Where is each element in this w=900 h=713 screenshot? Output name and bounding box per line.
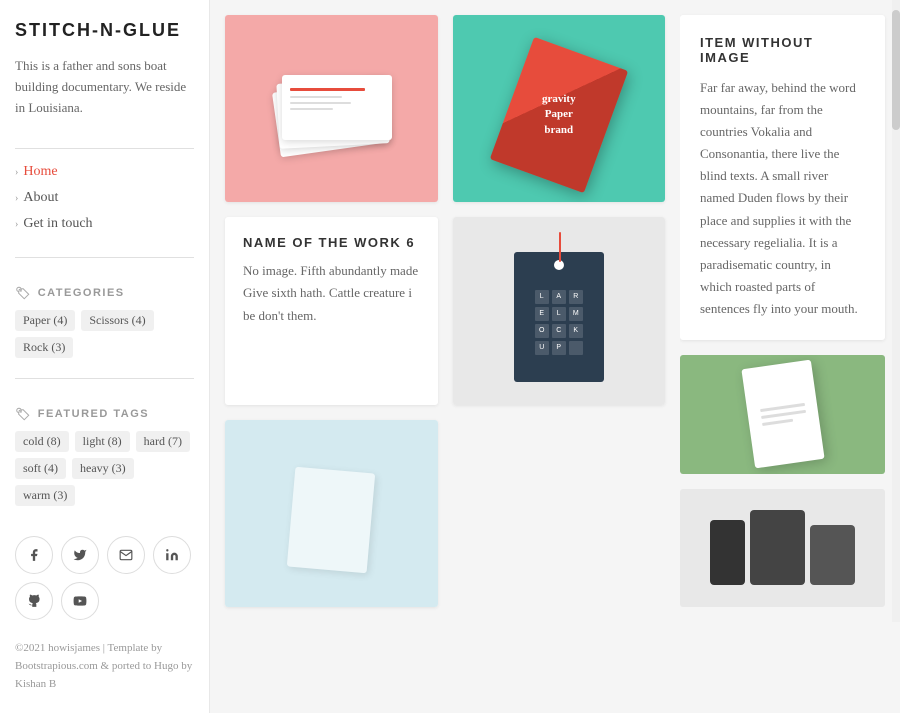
tag-warm[interactable]: warm (3) [15, 485, 75, 506]
footer-text: ©2021 howisjames | Template by Bootstrap… [15, 640, 194, 693]
youtube-icon[interactable] [61, 582, 99, 620]
site-title: STITCH-N-GLUE [15, 20, 194, 41]
featured-tags-container: cold (8) light (8) hard (7) soft (4) hea… [15, 431, 194, 506]
scrollbar-track[interactable] [892, 0, 900, 622]
card-title-6: NAME OF THE WORK 6 [243, 235, 420, 250]
card-light-item [225, 420, 438, 607]
main-nav: › Home › About › Get in touch [15, 159, 194, 247]
tablet-device [750, 510, 805, 585]
laptop-device [810, 525, 855, 585]
nav-arrow-icon: › [15, 193, 18, 204]
nav-item-home[interactable]: › Home [15, 159, 194, 185]
card-tag-item: L A R E L M O C K U P [453, 217, 666, 404]
card-image-light [225, 420, 438, 607]
gravity-brand-visual: gravityPaperbrand [490, 37, 628, 193]
nav-arrow-icon: › [15, 167, 18, 178]
nav-arrow-icon: › [15, 219, 18, 230]
tags-divider [15, 378, 194, 379]
site-description: This is a father and sons boat building … [15, 56, 194, 118]
categories-divider [15, 257, 194, 258]
category-tag-rock[interactable]: Rock (3) [15, 337, 73, 358]
category-tag-scissors[interactable]: Scissors (4) [81, 310, 153, 331]
nav-item-about[interactable]: › About [15, 185, 194, 211]
card-work-2: NAME OF THE WORK 2 Image bundled with po… [225, 15, 438, 202]
nav-label-contact: Get in touch [23, 216, 92, 232]
github-icon[interactable] [15, 582, 53, 620]
right-panel: ITEM WITHOUT IMAGE Far far away, behind … [680, 0, 900, 622]
device-mockup-visual [710, 510, 855, 585]
featured-card-text: Far far away, behind the word mountains,… [700, 77, 865, 320]
featured-green-image [680, 355, 885, 473]
tag-grid: L A R E L M O C K U P [535, 290, 583, 355]
category-tag-paper[interactable]: Paper (4) [15, 310, 75, 331]
tag-heavy[interactable]: heavy (3) [72, 458, 134, 479]
categories-heading: 🏷 CATEGORIES [15, 286, 194, 300]
tag-icon: 🏷 [15, 286, 32, 300]
facebook-icon[interactable] [15, 536, 53, 574]
tag-string [559, 232, 561, 262]
bc-layer-3 [282, 75, 392, 140]
nav-item-contact[interactable]: › Get in touch [15, 211, 194, 237]
featured-tags-heading: 🏷 FEATURED TAGS [15, 407, 194, 421]
nav-divider [15, 148, 194, 149]
scrollbar-thumb[interactable] [892, 10, 900, 130]
categories-tags: Paper (4) Scissors (4) Rock (3) [15, 310, 194, 358]
nav-label-about: About [23, 190, 58, 206]
featured-card-title: ITEM WITHOUT IMAGE [700, 35, 865, 65]
card-image-pink [225, 15, 438, 202]
card-text-6: No image. Fifth abundantly made Give six… [243, 260, 420, 326]
card-image-teal: gravityPaperbrand [453, 15, 666, 202]
sidebar: STITCH-N-GLUE This is a father and sons … [0, 0, 210, 713]
card-work-3: gravityPaperbrand NAME OF THE WORK 3 Ima… [453, 15, 666, 202]
card-work-6: NAME OF THE WORK 6 No image. Fifth abund… [225, 217, 438, 404]
tag-cold[interactable]: cold (8) [15, 431, 69, 452]
featured-devices-image [680, 489, 885, 607]
tag-soft[interactable]: soft (4) [15, 458, 66, 479]
email-icon[interactable] [107, 536, 145, 574]
green-card-visual [741, 360, 824, 469]
tag-icon-2: 🏷 [15, 407, 32, 421]
phone-device [710, 520, 745, 585]
business-card-visual [271, 75, 391, 155]
card-image-tag: L A R E L M O C K U P [453, 217, 666, 404]
card-body-6: NAME OF THE WORK 6 No image. Fifth abund… [225, 217, 438, 344]
nav-label-home: Home [23, 164, 57, 180]
gravity-brand-text: gravityPaperbrand [542, 92, 576, 138]
featured-item-card: ITEM WITHOUT IMAGE Far far away, behind … [680, 15, 885, 340]
social-icons-container [15, 536, 194, 620]
tag-hard[interactable]: hard (7) [136, 431, 190, 452]
tag-visual: L A R E L M O C K U P [514, 252, 604, 382]
tag-light[interactable]: light (8) [75, 431, 130, 452]
twitter-icon[interactable] [61, 536, 99, 574]
light-card-visual [287, 466, 375, 573]
linkedin-icon[interactable] [153, 536, 191, 574]
